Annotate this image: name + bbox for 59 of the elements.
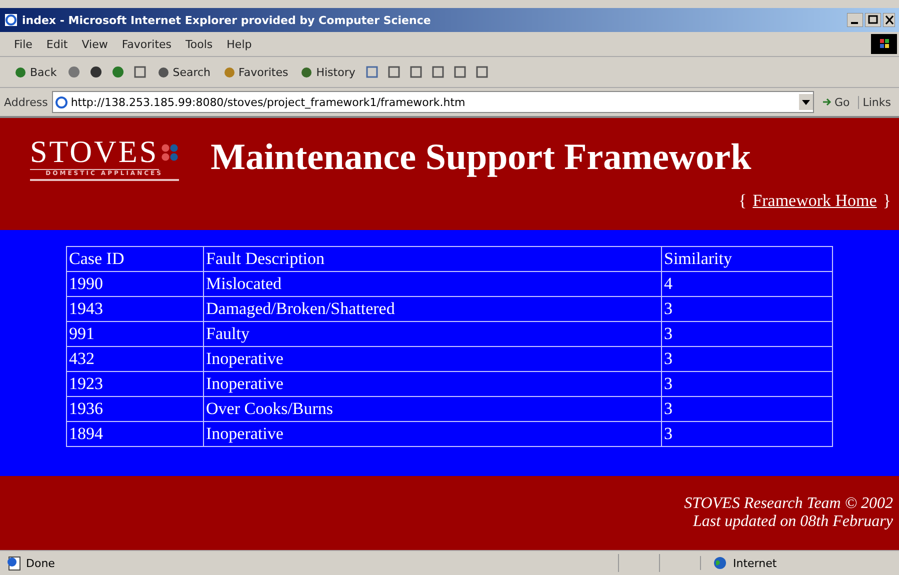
table-cell: 3	[662, 396, 832, 422]
menu-item[interactable]: Edit	[46, 38, 68, 50]
table-cell: 4	[662, 272, 832, 296]
table-cell: Mislocated	[204, 272, 662, 296]
column-header: Case ID	[66, 246, 204, 272]
circle-icon	[14, 66, 27, 78]
browser-icon	[4, 13, 18, 27]
table-cell: 432	[66, 346, 204, 372]
go-button[interactable]: Go	[818, 96, 854, 108]
status-text: Done	[26, 556, 56, 570]
home-link[interactable]: Framework Home	[752, 190, 877, 211]
table-cell: 3	[662, 422, 832, 446]
windows-logo-icon	[871, 34, 897, 54]
table-cell: Over Cooks/Burns	[204, 396, 662, 422]
table-cell: Inoperative	[204, 346, 662, 372]
arrow-icon	[822, 97, 832, 107]
menu-item[interactable]: File	[14, 38, 32, 50]
column-header: Fault Description	[204, 246, 662, 272]
address-label: Address	[4, 96, 48, 108]
table-cell: 3	[662, 346, 832, 372]
table-cell: Inoperative	[204, 372, 662, 396]
window-title: index - Microsoft Internet Explorer provided by Computer Science	[22, 14, 432, 26]
footer-text: Last updated on 08th February	[693, 513, 893, 531]
page-heading: Maintenance Support Framework	[210, 136, 752, 180]
footer-text: STOVES Research Team © 2002	[684, 495, 893, 513]
table-cell: Damaged/Broken/Shattered	[204, 296, 662, 322]
table-cell: 3	[662, 322, 832, 346]
brace: }	[882, 190, 891, 211]
globe-icon	[713, 556, 727, 570]
table-cell: Inoperative	[204, 422, 662, 446]
minimize-icon[interactable]	[847, 13, 863, 27]
brace: {	[738, 190, 747, 211]
back-button[interactable]: Back	[12, 66, 59, 78]
table-cell: 1936	[66, 396, 204, 422]
dropdown-icon[interactable]	[799, 94, 814, 110]
table-cell: 1923	[66, 372, 204, 396]
table-cell: 3	[662, 372, 832, 396]
circle-icon	[300, 66, 314, 78]
table-cell: 1990	[66, 272, 204, 296]
links-button[interactable]: Links	[858, 96, 895, 108]
zone-text: Internet	[733, 556, 777, 570]
history-button[interactable]: History	[298, 66, 358, 78]
circle-icon	[156, 66, 170, 78]
address-field[interactable]: http://138.253.185.99:8080/stoves/project_framework1/framework.htm	[52, 91, 814, 113]
menu-item[interactable]: Favorites	[122, 38, 172, 50]
table-cell: 1943	[66, 296, 204, 322]
search-button[interactable]: Search	[154, 66, 213, 78]
close-icon[interactable]	[883, 13, 895, 27]
circle-icon	[222, 66, 236, 78]
menu-item[interactable]: View	[82, 38, 108, 50]
menu-item[interactable]: Tools	[186, 38, 213, 50]
column-header: Similarity	[662, 246, 832, 272]
table-cell: 3	[662, 296, 832, 322]
table-cell: 991	[66, 322, 204, 346]
maximize-icon[interactable]	[865, 13, 881, 27]
table-cell: 1894	[66, 422, 204, 446]
favorites-button[interactable]: Favorites	[220, 66, 290, 78]
menu-item[interactable]: Help	[226, 38, 252, 50]
table-cell: Faulty	[204, 322, 662, 346]
